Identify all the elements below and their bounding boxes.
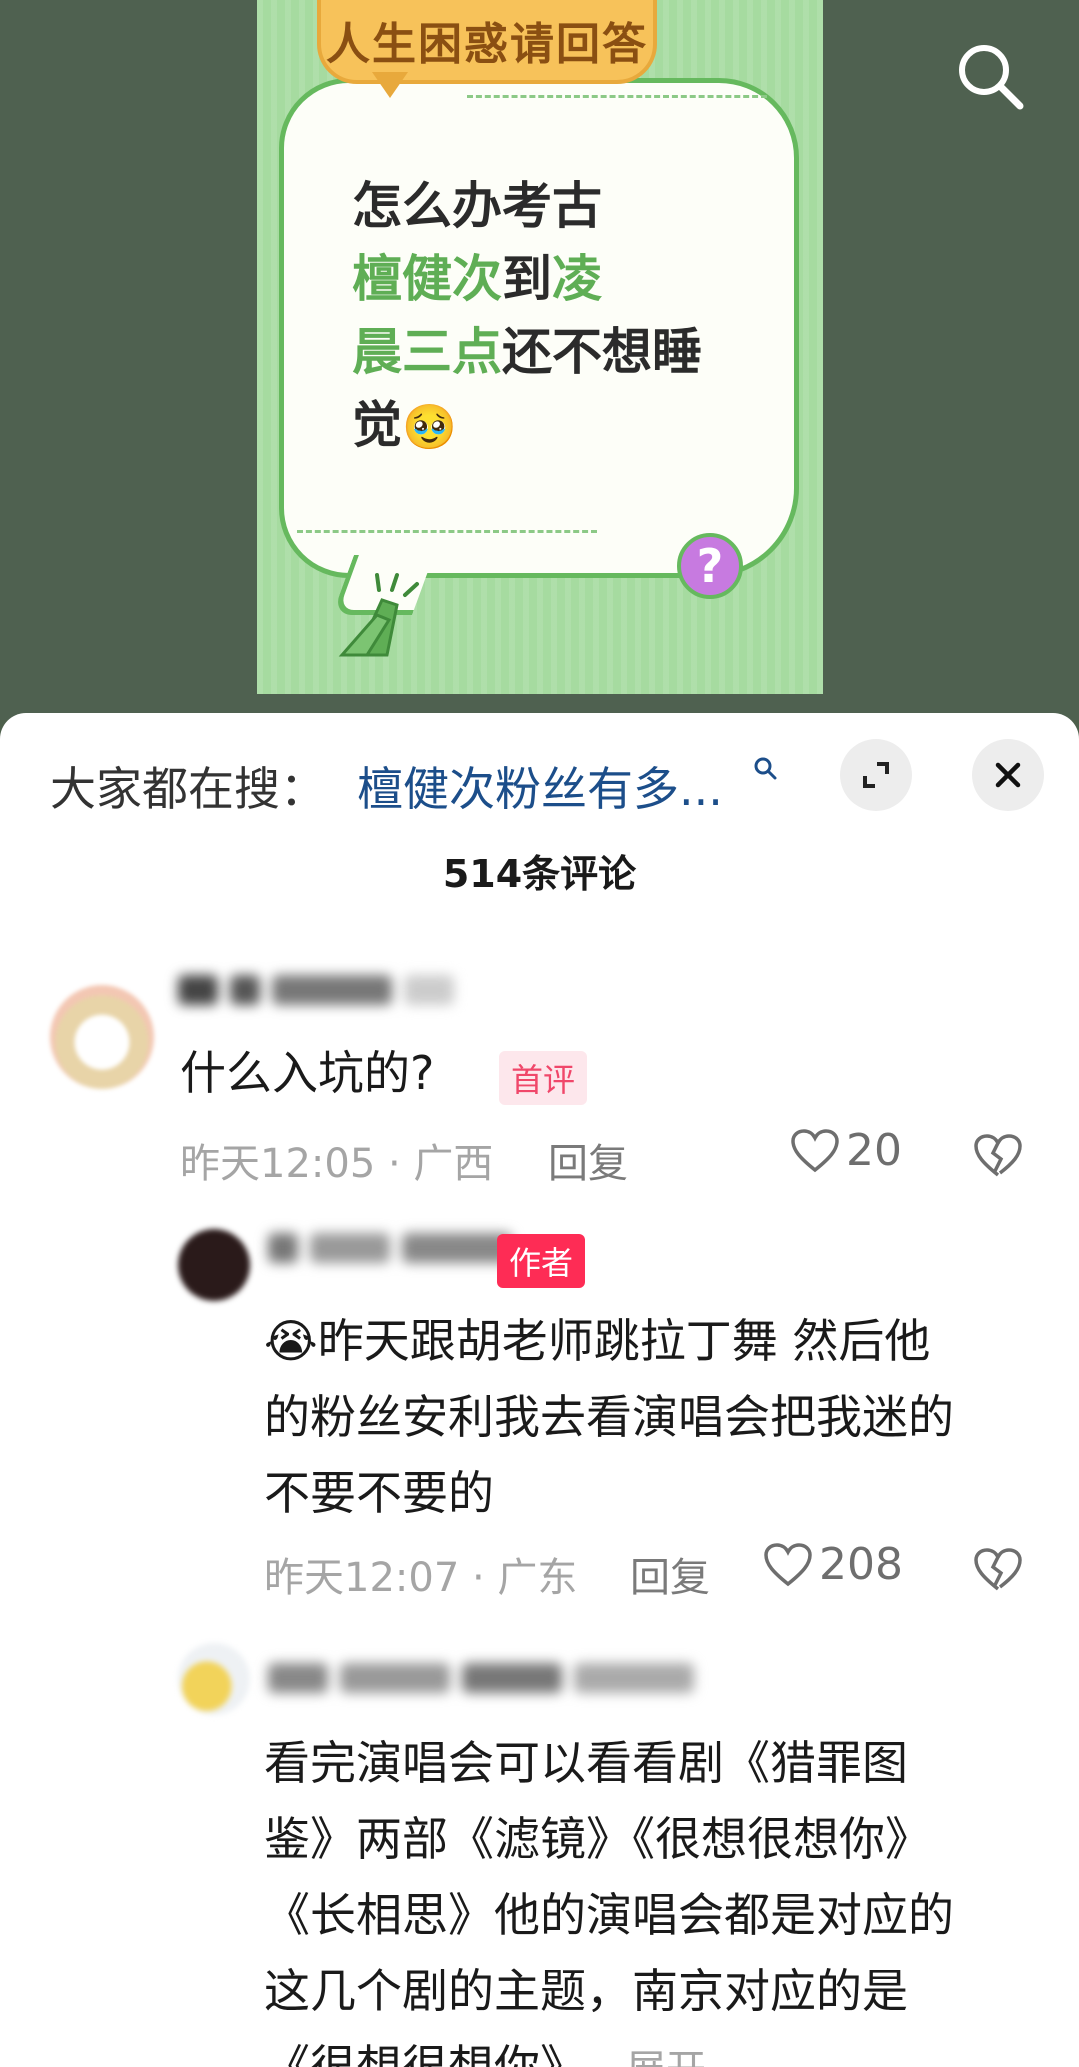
username[interactable] (268, 1233, 524, 1267)
trending-search-bar[interactable]: 大家都在搜： 檀健次粉丝有多... (0, 713, 1079, 843)
like-button[interactable]: 208 (763, 1539, 903, 1590)
comment-line: 《很想很想你》展开 (264, 2029, 1064, 2067)
username[interactable] (178, 975, 466, 1009)
crying-face-icon: 😭 (264, 1314, 318, 1368)
comment-line: 看完演唱会可以看看剧《猎罪图 (264, 1736, 908, 1790)
username[interactable] (268, 1663, 706, 1697)
heart-icon (791, 1128, 839, 1172)
question-mark-icon: ? (677, 533, 743, 599)
broken-heart-icon[interactable] (973, 1133, 1023, 1179)
search-icon[interactable] (950, 36, 1030, 116)
clapping-hands-icon (338, 573, 419, 657)
author-badge: 作者 (497, 1234, 586, 1288)
heart-icon (764, 1542, 812, 1586)
trending-search-label: 大家都在搜： (50, 762, 326, 816)
poster-banner: 人生困惑请回答 (317, 0, 657, 84)
expand-icon (863, 762, 889, 788)
expand-more-link[interactable]: 展开 (626, 2047, 706, 2067)
like-count: 20 (846, 1125, 902, 1176)
dashed-line (467, 95, 767, 98)
close-button[interactable] (972, 739, 1044, 811)
comment-line: 😭昨天跟胡老师跳拉丁舞 然后他 (264, 1314, 931, 1368)
like-count: 208 (819, 1539, 903, 1590)
poster-line-1: 怎么办考古 (352, 177, 602, 235)
comment-line: 的粉丝安利我去看演唱会把我迷的 (264, 1390, 954, 1444)
like-button[interactable]: 20 (790, 1125, 902, 1176)
expand-button[interactable] (840, 739, 912, 811)
comment-sheet: 大家都在搜： 檀健次粉丝有多... 514条评论 什么入坑的? 首评 昨天12:… (0, 713, 1079, 2067)
close-icon (995, 762, 1021, 788)
video-background[interactable]: 人生困惑请回答 怎么办考古 檀健次到凌 晨三点还不想睡 觉🥹 ? (0, 0, 1079, 720)
poster-question: 怎么办考古 檀健次到凌 晨三点还不想睡 觉🥹 (352, 170, 752, 464)
comment-text: 看完演唱会可以看看剧《猎罪图 鉴》两部《滤镜》《很想很想你》 《长相思》他的演唱… (264, 1725, 1064, 2067)
avatar[interactable] (178, 1229, 250, 1301)
dashed-line (297, 530, 597, 533)
banner-tail (372, 72, 408, 98)
comment-line: 不要不要的 (264, 1466, 494, 1520)
avatar[interactable] (50, 985, 154, 1089)
avatar[interactable] (178, 1643, 250, 1715)
comment-line: 这几个剧的主题，南京对应的是 (264, 1964, 908, 2018)
trending-search-link[interactable]: 檀健次粉丝有多... (357, 753, 723, 819)
comment-line: 《长相思》他的演唱会都是对应的 (264, 1888, 954, 1942)
broken-heart-icon[interactable] (973, 1547, 1023, 1593)
comment-text: 😭昨天跟胡老师跳拉丁舞 然后他 的粉丝安利我去看演唱会把我迷的 不要不要的 (264, 1303, 1064, 1531)
poster-line-4: 觉🥹 (352, 396, 457, 454)
pleading-face-icon: 🥹 (402, 402, 457, 453)
reply-button[interactable]: 回复 (630, 1545, 710, 1603)
poster-line-2: 檀健次到凌 (352, 250, 602, 308)
comment-time-location: 昨天12:05 · 广西 (180, 1141, 494, 1187)
search-icon[interactable] (752, 755, 778, 781)
comment-time-location: 昨天12:07 · 广东 (264, 1555, 578, 1601)
comment-count: 514条评论 (442, 852, 637, 896)
comment-line: 鉴》两部《滤镜》《很想很想你》 (264, 1812, 931, 1866)
reply-button[interactable]: 回复 (548, 1131, 628, 1189)
first-comment-badge: 首评 (499, 1051, 588, 1105)
video-poster[interactable]: 人生困惑请回答 怎么办考古 檀健次到凌 晨三点还不想睡 觉🥹 ? (257, 0, 823, 694)
poster-line-3: 晨三点还不想睡 (352, 323, 702, 381)
comment-text: 什么入坑的? (180, 1046, 435, 1100)
